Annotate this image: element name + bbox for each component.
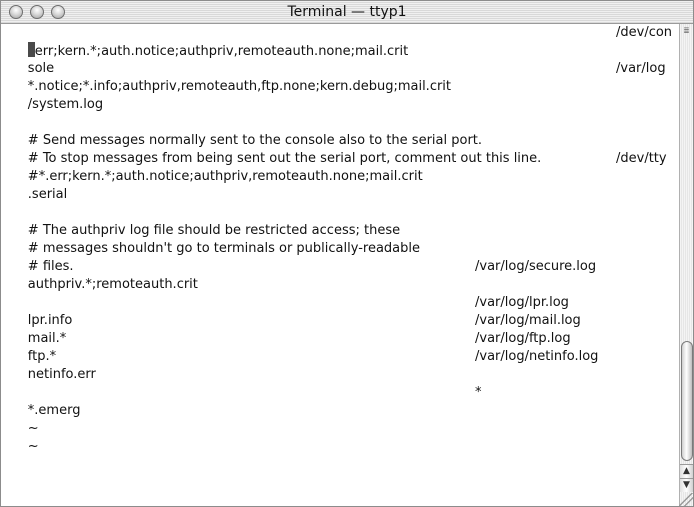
title-bar[interactable]: Terminal — ttyp1 [1,1,693,24]
line-destination: /var/log/ftp.log [475,331,571,346]
window-title-text: Terminal — ttyp1 [287,4,407,20]
terminal-line: netinfo.err /var/log/netinfo.log [3,348,679,382]
line-destination: * [475,385,482,400]
terminal-line: err;kern.*;auth.notice;authpriv,remoteau… [3,24,679,59]
terminal-line: ~ [3,420,679,454]
line-text: netinfo.err [27,367,96,382]
line-text: .serial [27,187,68,202]
window-title: Terminal — ttyp1 [1,3,693,21]
line-text: ~ [27,439,39,454]
terminal-line: *.emerg * [3,384,679,418]
vertical-scrollbar[interactable]: ≣ ▲ ▼ [679,24,693,506]
terminal-line: authpriv.*;remoteauth.crit /var/log/secu… [3,258,679,292]
terminal-window: Terminal — ttyp1 err;kern.*;auth.notice;… [0,0,694,507]
arrow-down-icon[interactable]: ▼ [680,478,693,492]
resize-grip-icon[interactable] [679,493,693,506]
terminal-line: # The authpriv log file should be restri… [3,204,679,238]
terminal-line: # To stop messages from being sent out t… [3,132,679,166]
terminal-line: ftp.* /var/log/ftp.log [3,330,679,364]
terminal-line: lpr.info /var/log/lpr.log [3,294,679,328]
line-destination: /var/log/lpr.log [475,295,569,310]
line-text: /system.log [27,97,104,112]
terminal-line: # files. [3,240,679,274]
line-destination: /dev/tty [616,151,667,166]
line-text: authpriv.*;remoteauth.crit [27,277,198,292]
terminal-line: sole [3,42,679,76]
arrow-up-icon[interactable]: ▲ [680,464,693,478]
line-destination: /dev/con [616,25,673,40]
terminal-content[interactable]: err;kern.*;auth.notice;authpriv,remoteau… [1,24,679,506]
scrollbar-thumb[interactable] [681,341,693,461]
terminal-line: mail.* /var/log/mail.log [3,312,679,346]
terminal-line: ~ [3,402,679,436]
line-destination: /var/log/netinfo.log [475,349,599,364]
line-destination: /var/log/mail.log [475,313,581,328]
terminal-line: # messages shouldn't go to terminals or … [3,222,679,256]
line-destination: /var/log/secure.log [475,259,597,274]
resize-lines-icon[interactable]: ≣ [681,26,692,36]
terminal-line: /system.log [3,78,679,112]
terminal-line: #*.err;kern.*;auth.notice;authpriv,remot… [3,150,679,184]
terminal-line: # Send messages normally sent to the con… [3,114,679,148]
terminal-line: *.notice;*.info;authpriv,remoteauth,ftp.… [3,60,679,94]
terminal-line: .serial [3,168,679,202]
line-destination: /var/log [616,61,666,76]
